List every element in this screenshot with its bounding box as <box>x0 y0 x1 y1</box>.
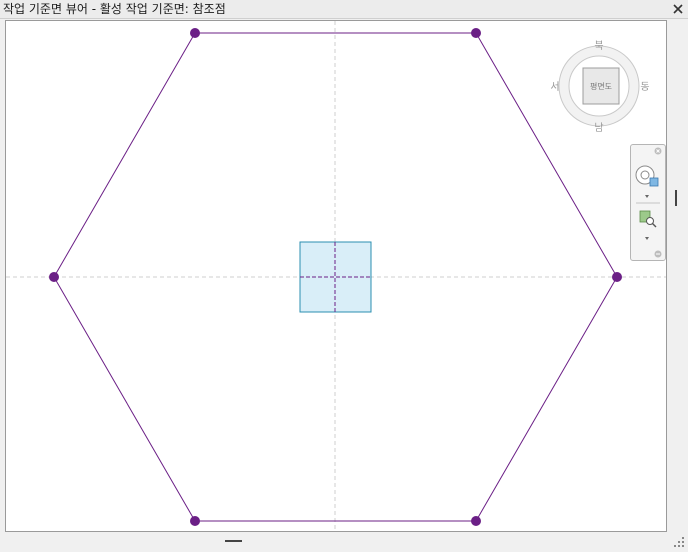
zoom-dropdown-icon[interactable] <box>645 237 649 240</box>
navigation-bar <box>630 144 666 261</box>
vertex-point-left[interactable] <box>49 272 59 282</box>
viewcube-face-label: 평면도 <box>590 81 612 91</box>
compass-north-label[interactable]: 북 <box>594 40 603 52</box>
compass-west-label[interactable]: 서 <box>551 81 560 93</box>
resize-grip-icon[interactable] <box>674 537 686 549</box>
close-button[interactable] <box>670 1 686 17</box>
viewer-canvas[interactable]: 평면도 북 남 동 서 <box>5 20 667 532</box>
vertex-point-top-right[interactable] <box>471 28 481 38</box>
window-title: 작업 기준면 뷰어 - 활성 작업 기준면: 참조점 <box>3 2 226 16</box>
compass-south-label[interactable]: 남 <box>594 122 603 134</box>
navbar-options-icon[interactable] <box>654 250 662 258</box>
navigation-bar-graphics <box>635 147 662 258</box>
close-icon <box>673 4 683 14</box>
vertex-point-bottom-right[interactable] <box>471 516 481 526</box>
zoom-region-icon[interactable] <box>639 210 657 228</box>
vertex-point-right[interactable] <box>612 272 622 282</box>
vertical-scrollbar[interactable] <box>667 20 686 532</box>
steering-wheel-dropdown-icon[interactable] <box>645 195 649 198</box>
vertical-scroll-thumb[interactable] <box>675 190 677 206</box>
horizontal-scrollbar[interactable] <box>0 532 688 552</box>
viewcube[interactable]: 평면도 북 남 동 서 <box>551 38 651 138</box>
navbar-close-icon[interactable] <box>654 147 662 155</box>
steering-wheel-icon[interactable] <box>635 165 659 187</box>
compass-east-label[interactable]: 동 <box>640 81 649 93</box>
title-bar: 작업 기준면 뷰어 - 활성 작업 기준면: 참조점 <box>0 0 688 19</box>
horizontal-scroll-thumb[interactable] <box>225 540 242 542</box>
vertex-point-top-left[interactable] <box>190 28 200 38</box>
vertex-point-bottom-left[interactable] <box>190 516 200 526</box>
